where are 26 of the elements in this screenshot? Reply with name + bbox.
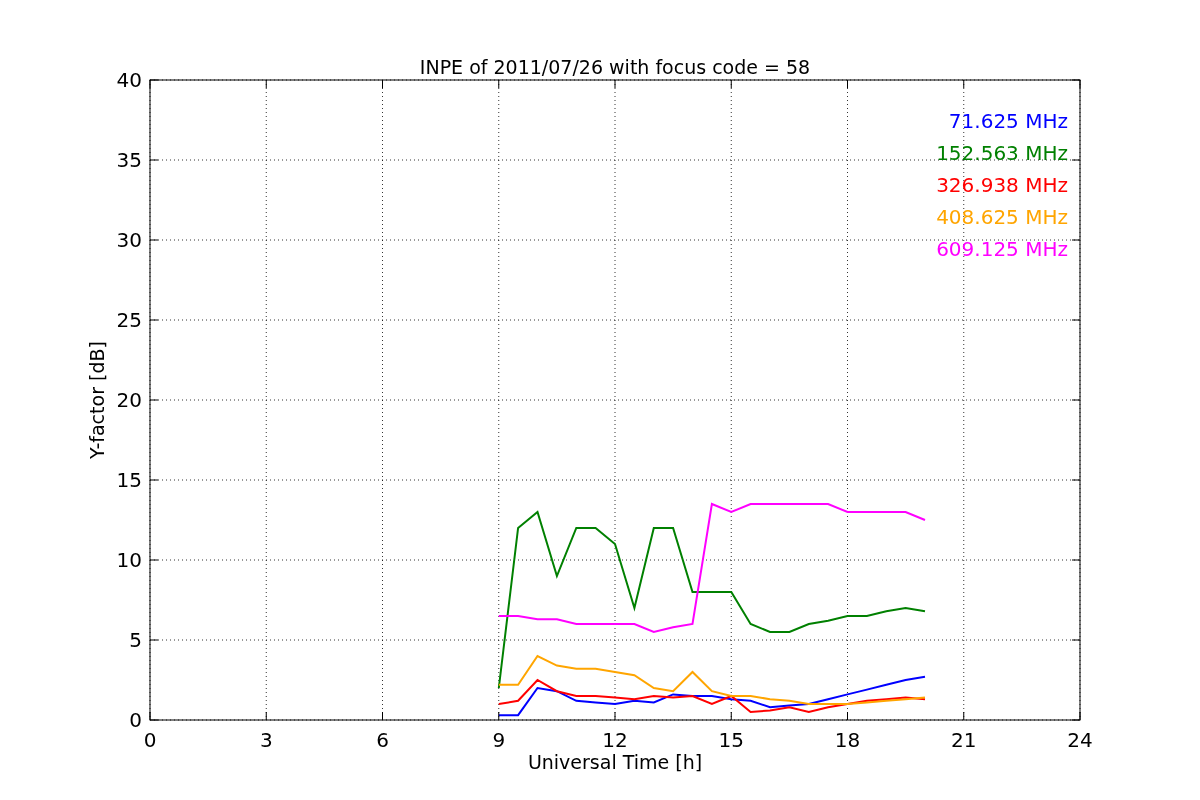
y-tick-label: 35	[116, 148, 142, 172]
y-tick-label: 15	[116, 468, 142, 492]
legend-label: 408.625 MHz	[936, 205, 1068, 229]
legend-label: 71.625 MHz	[948, 109, 1068, 133]
y-tick-label: 30	[116, 228, 142, 252]
x-tick-label: 6	[376, 728, 389, 752]
x-tick-label: 9	[492, 728, 506, 752]
y-tick-label: 40	[116, 68, 142, 92]
x-tick-label: 12	[602, 728, 628, 752]
chart-title: INPE of 2011/07/26 with focus code = 58	[419, 56, 811, 78]
legend-label: 326.938 MHz	[936, 173, 1068, 197]
y-tick-label: 25	[116, 308, 142, 332]
legend-label: 152.563 MHz	[936, 141, 1068, 165]
y-tick-label: 5	[129, 628, 142, 652]
x-tick-label: 15	[718, 728, 744, 752]
y-tick-label: 20	[116, 388, 142, 412]
x-tick-label: 21	[951, 728, 977, 752]
x-tick-label: 18	[834, 728, 861, 752]
x-tick-label: 0	[143, 728, 157, 752]
legend-label: 609.125 MHz	[936, 237, 1068, 261]
x-axis-label: Universal Time [h]	[527, 751, 703, 773]
y-tick-label: 10	[116, 548, 142, 572]
x-tick-label: 24	[1067, 728, 1093, 752]
y-tick-label: 0	[129, 708, 142, 732]
x-tick-label: 3	[259, 728, 273, 752]
y-axis-label: Y-factor [dB]	[86, 341, 108, 459]
